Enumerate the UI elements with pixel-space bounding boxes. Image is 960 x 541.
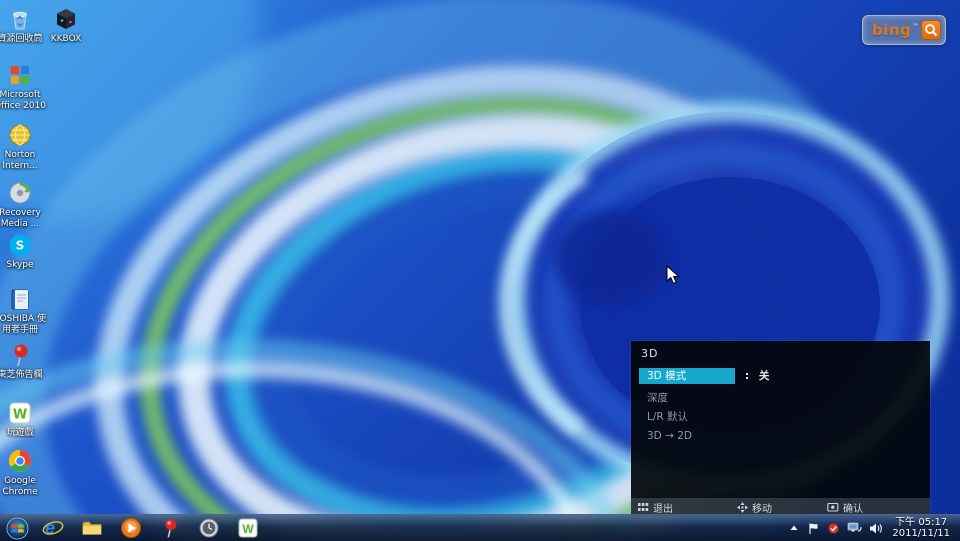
bing-logo: bing: [872, 21, 912, 39]
media-player-icon: [121, 518, 141, 538]
osd-confirm-label: 确认: [843, 503, 863, 515]
tray-show-hidden-icons[interactable]: [788, 522, 800, 534]
bing-search-button[interactable]: [921, 20, 941, 40]
desktop-icon-label: TOSHIBA 使用者手冊: [0, 314, 46, 335]
osd-row-lr[interactable]: L/R 默认: [639, 409, 922, 425]
tray-network-icon: [847, 522, 862, 532]
osd-row-label: L/R 默认: [647, 411, 689, 423]
desktop-icon-label: Google Chrome: [2, 476, 38, 497]
recycle-bin-icon: [13, 11, 27, 30]
tray-up-arrow-icon: [790, 525, 798, 530]
start-button[interactable]: [0, 515, 34, 541]
desktop-icon-kkbox[interactable]: KKBOX: [38, 6, 94, 45]
desktop-icon-label: Skype: [6, 260, 34, 270]
taskbar-clock-app[interactable]: [194, 516, 224, 540]
osd-exit-button[interactable]: 退出: [638, 499, 673, 515]
svg-text:W: W: [242, 522, 254, 536]
tray-volume-icon: [870, 523, 883, 533]
desktop-icon-label: 東芝佈告欄: [0, 370, 43, 380]
desktop-icon-toshiba-bulletin[interactable]: 東芝佈告欄: [0, 342, 48, 381]
desktop-icon-label: KKBOX: [50, 34, 82, 44]
osd-3d-menu: 3D 3D 模式 : 关 深度 L/R 默认 3D → 2D 退出 移动 确认: [631, 341, 930, 516]
desktop: 資源回收筒 KKBOX Microsoft Office 2010 Norton…: [0, 0, 960, 541]
taskbar-w-app[interactable]: W: [233, 516, 263, 540]
osd-confirm-icon: [827, 502, 839, 512]
svg-text:S: S: [16, 239, 25, 253]
osd-move-button[interactable]: 移动: [737, 499, 772, 515]
bing-trademark: ™: [912, 22, 919, 30]
clock-date: 2011/11/11: [892, 528, 950, 539]
osd-row-depth[interactable]: 深度: [639, 390, 922, 406]
microsoft-office-icon: [11, 66, 29, 84]
tray-action-center[interactable]: [807, 522, 820, 535]
osd-row-value: : 关: [745, 370, 773, 382]
w-app-icon: W: [238, 518, 258, 538]
google-chrome-icon: [8, 450, 32, 473]
tray-status-badge[interactable]: [827, 522, 840, 535]
osd-rows: 3D 模式 : 关 深度 L/R 默认 3D → 2D: [639, 368, 922, 447]
search-icon: [925, 24, 938, 37]
desktop-icon-label: Recovery Media ...: [0, 208, 41, 229]
pushpin-app-icon: [165, 519, 177, 538]
bing-search-gadget[interactable]: bing ™: [862, 15, 946, 45]
osd-row-label: 3D 模式: [639, 368, 735, 384]
desktop-icon-label: Microsoft Office 2010: [0, 90, 47, 111]
clock-time: 下午 05:17: [895, 516, 948, 528]
osd-row-3d-to-2d[interactable]: 3D → 2D: [639, 428, 922, 444]
osd-title: 3D: [641, 347, 659, 360]
desktop-icon-games[interactable]: W 玩遊戲: [0, 400, 48, 439]
desktop-icon-chrome[interactable]: Google Chrome: [0, 448, 48, 498]
desktop-icon-label: 玩遊戲: [6, 428, 34, 438]
taskbar-internet-explorer[interactable]: e: [38, 516, 68, 540]
internet-explorer-icon: e: [42, 518, 64, 538]
taskbar-pinned-apps: e W: [38, 516, 263, 540]
svg-text:e: e: [45, 518, 55, 538]
tray-status-icon: [828, 523, 839, 533]
osd-row-label: 3D → 2D: [647, 430, 693, 442]
desktop-icon-office[interactable]: Microsoft Office 2010: [0, 62, 48, 112]
osd-exit-icon: [638, 502, 649, 511]
osd-move-label: 移动: [752, 503, 772, 515]
desktop-icon-recovery[interactable]: Recovery Media ...: [0, 180, 48, 230]
tray-flag-icon: [809, 523, 818, 534]
taskbar-windows-explorer[interactable]: [77, 516, 107, 540]
w-games-icon: W: [9, 402, 31, 424]
user-manual-book-icon: [11, 289, 29, 310]
recovery-disc-icon: [9, 182, 31, 204]
explorer-folder-icon: [82, 521, 102, 535]
osd-exit-label: 退出: [653, 503, 673, 515]
taskbar-clock[interactable]: 下午 05:17 2011/11/11: [890, 517, 956, 540]
tray-network[interactable]: [847, 522, 862, 535]
taskbar: e W 下午 05:17 2011/11/11: [0, 514, 960, 541]
osd-row-3d-mode[interactable]: 3D 模式 : 关: [639, 368, 922, 384]
taskbar-media-player[interactable]: [116, 516, 146, 540]
desktop-icon-norton[interactable]: Norton Intern...: [0, 122, 48, 172]
kkbox-icon: [57, 9, 75, 29]
osd-confirm-button[interactable]: 确认: [827, 499, 863, 515]
desktop-icon-skype[interactable]: S Skype: [0, 232, 48, 271]
osd-row-label: 深度: [647, 392, 668, 404]
system-tray: 下午 05:17 2011/11/11: [788, 517, 960, 540]
osd-move-icon: [737, 501, 748, 513]
windows-start-orb-icon: [6, 517, 28, 539]
pushpin-icon: [14, 344, 28, 367]
skype-icon: S: [9, 234, 31, 256]
taskbar-pinned-pushpin-app[interactable]: [155, 516, 185, 540]
desktop-icon-toshiba-manual[interactable]: TOSHIBA 使用者手冊: [0, 286, 48, 336]
tray-volume[interactable]: [869, 522, 883, 535]
svg-text:W: W: [13, 408, 27, 423]
norton-globe-icon: [9, 124, 31, 146]
clock-app-icon: [199, 518, 219, 538]
desktop-icon-label: Norton Intern...: [2, 150, 38, 171]
